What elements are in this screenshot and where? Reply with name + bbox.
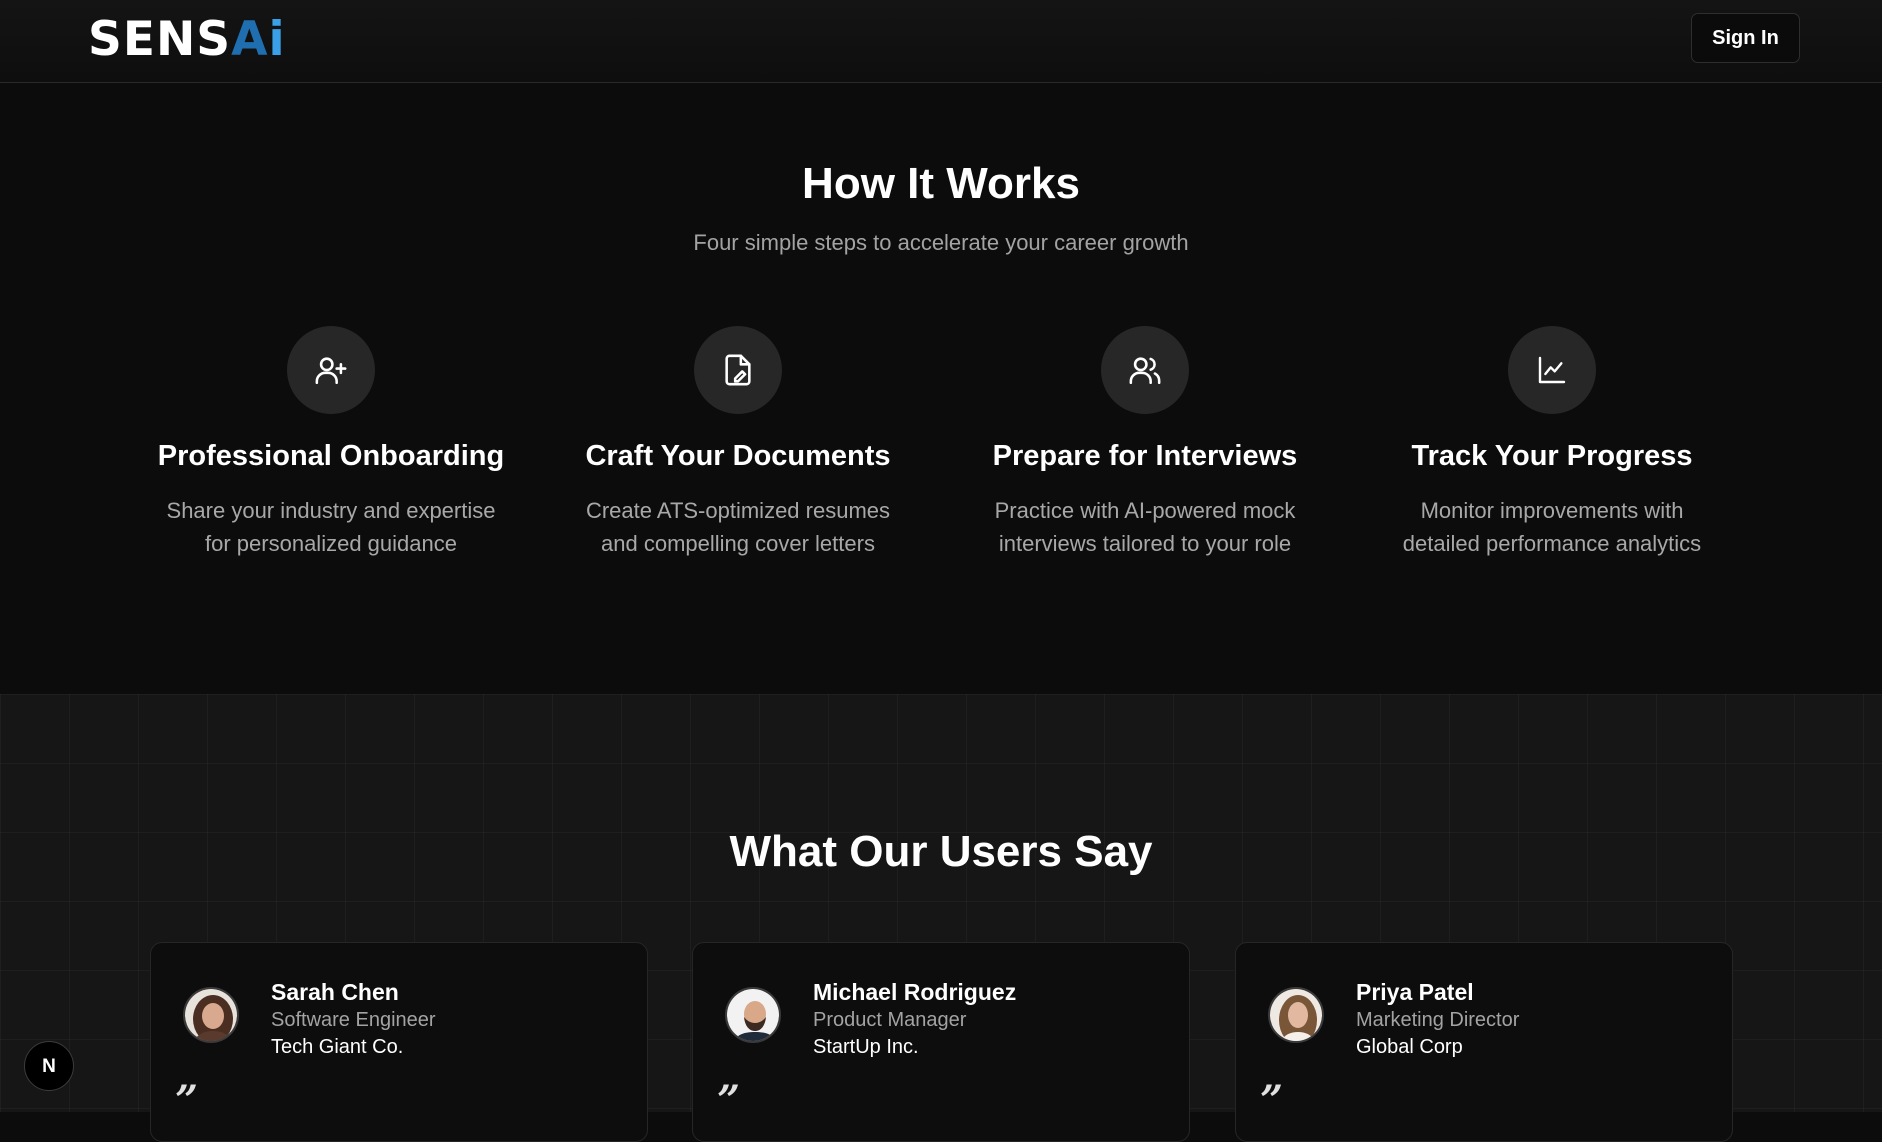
step-description: Share your industry and expertise for pe…: [166, 498, 496, 556]
users-icon: [1101, 326, 1189, 414]
testimonial-company: StartUp Inc.: [813, 1036, 919, 1058]
step-card-documents: Craft Your Documents Create ATS-optimize…: [538, 326, 938, 560]
testimonial-card: Sarah Chen Software Engineer Tech Giant …: [150, 942, 648, 1142]
sign-in-button[interactable]: Sign In: [1691, 13, 1800, 63]
top-nav: SENS Ai Sign In: [0, 0, 1882, 83]
avatar: [725, 987, 781, 1043]
testimonial-name: Michael Rodriguez: [813, 979, 1017, 1005]
quote-icon: ”: [1260, 1077, 1284, 1124]
step-title: Prepare for Interviews: [992, 440, 1298, 472]
step-description: Monitor improvements with detailed perfo…: [1402, 498, 1702, 556]
testimonials-title: What Our Users Say: [729, 827, 1153, 876]
testimonials-section: What Our Users Say Sarah Chen Software E…: [0, 694, 1882, 1142]
avatar: [183, 987, 239, 1043]
next-logo-icon: N: [42, 1056, 56, 1077]
testimonial-card: Priya Patel Marketing Director Global Co…: [1235, 942, 1733, 1142]
step-title: Professional Onboarding: [157, 440, 505, 472]
how-it-works-title: How It Works: [802, 159, 1080, 208]
quote-icon: ”: [717, 1077, 741, 1124]
step-description: Create ATS-optimized resumes and compell…: [585, 498, 891, 556]
step-card-interviews: Prepare for Interviews Practice with AI-…: [945, 326, 1345, 560]
testimonial-company: Global Corp: [1356, 1036, 1463, 1058]
step-card-onboarding: Professional Onboarding Share your indus…: [131, 326, 531, 560]
how-it-works-section: How It Works Four simple steps to accele…: [0, 84, 1882, 694]
testimonial-role: Product Manager: [813, 1009, 967, 1031]
testimonial-company: Tech Giant Co.: [271, 1036, 404, 1058]
quote-icon: ”: [175, 1077, 199, 1124]
step-title: Craft Your Documents: [585, 440, 891, 472]
step-description: Practice with AI-powered mock interviews…: [994, 498, 1296, 556]
avatar: [1268, 987, 1324, 1043]
file-edit-icon: [694, 326, 782, 414]
user-plus-icon: [287, 326, 375, 414]
testimonial-card: Michael Rodriguez Product Manager StartU…: [692, 942, 1190, 1142]
step-title: Track Your Progress: [1411, 440, 1693, 472]
nextjs-dev-badge[interactable]: N: [24, 1041, 74, 1091]
testimonial-name: Priya Patel: [1356, 979, 1474, 1005]
sensai-logo[interactable]: SENS Ai: [88, 14, 286, 66]
testimonial-role: Software Engineer: [271, 1009, 436, 1031]
line-chart-icon: [1508, 326, 1596, 414]
testimonial-role: Marketing Director: [1356, 1009, 1520, 1031]
svg-text:N: N: [42, 1056, 56, 1077]
how-it-works-subtitle: Four simple steps to accelerate your car…: [693, 230, 1189, 255]
testimonial-name: Sarah Chen: [271, 979, 399, 1005]
step-card-progress: Track Your Progress Monitor improvements…: [1352, 326, 1752, 560]
